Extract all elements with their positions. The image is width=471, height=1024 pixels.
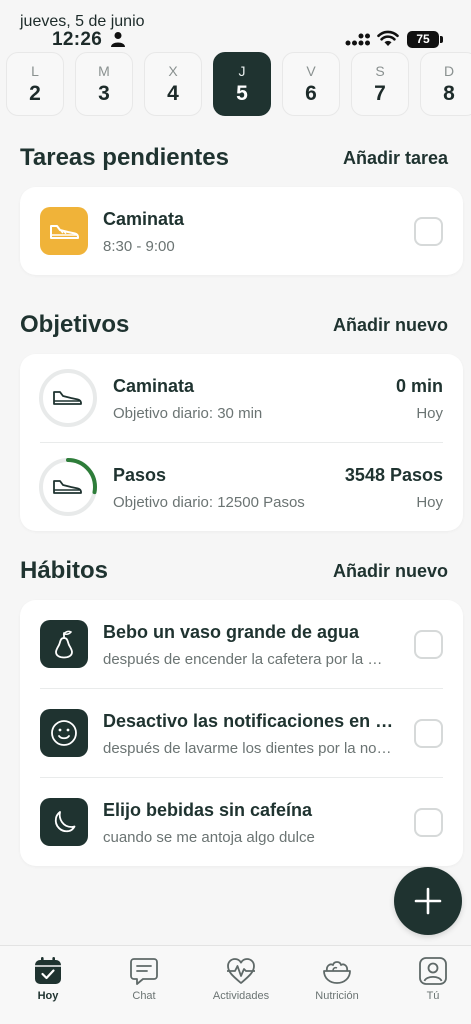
day-number: 3 bbox=[98, 82, 110, 105]
add-habit-button[interactable]: Añadir nuevo bbox=[333, 561, 448, 582]
task-time: 8:30 - 9:00 bbox=[103, 238, 175, 255]
tab-label: Nutrición bbox=[315, 990, 359, 1002]
habits-header: Hábitos Añadir nuevo bbox=[20, 557, 451, 587]
habit-row[interactable]: Bebo un vaso grande de agua después de e… bbox=[20, 600, 463, 688]
goal-row-caminata[interactable]: Caminata Objetivo diario: 30 min 0 min H… bbox=[20, 354, 463, 442]
day-letter: J bbox=[238, 63, 246, 79]
goals-card: Caminata Objetivo diario: 30 min 0 min H… bbox=[20, 354, 463, 531]
salad-bowl-icon bbox=[323, 961, 351, 984]
tab-actividades[interactable]: Actividades bbox=[194, 956, 288, 1002]
habit-title: Bebo un vaso grande de agua bbox=[103, 622, 360, 642]
habits-card: Bebo un vaso grande de agua después de e… bbox=[20, 600, 463, 866]
goal-value: 3548 Pasos bbox=[344, 465, 443, 485]
goal-date: Hoy bbox=[416, 494, 443, 511]
status-time: 12:26 bbox=[52, 29, 103, 50]
goal-subtitle: Objetivo diario: 12500 Pasos bbox=[113, 494, 305, 511]
pear-icon bbox=[40, 620, 88, 668]
add-task-button[interactable]: Añadir tarea bbox=[343, 148, 448, 169]
task-card[interactable]: Caminata 8:30 - 9:00 bbox=[20, 187, 463, 275]
calendar-check-icon bbox=[35, 957, 61, 984]
day-letter: V bbox=[306, 63, 316, 79]
task-checkbox[interactable] bbox=[414, 217, 443, 246]
tab-label: Chat bbox=[132, 990, 156, 1002]
moon-icon bbox=[40, 798, 88, 846]
tab-hoy[interactable]: Hoy bbox=[1, 956, 95, 1002]
day-saturday[interactable]: S 7 bbox=[351, 52, 409, 116]
bottom-tab-bar: Hoy Chat Actividades Nutrición Tú bbox=[0, 945, 471, 1024]
goal-value: 0 min bbox=[395, 376, 443, 396]
person-icon bbox=[111, 32, 125, 47]
tasks-header: Tareas pendientes Añadir tarea bbox=[20, 144, 451, 174]
habit-checkbox[interactable] bbox=[414, 808, 443, 837]
habits-title: Hábitos bbox=[20, 557, 109, 584]
goal-title: Caminata bbox=[113, 376, 195, 396]
tasks-title: Tareas pendientes bbox=[20, 144, 229, 171]
goal-progress-ring bbox=[39, 369, 97, 427]
status-bar: jueves, 5 de junio 12:26 75 bbox=[0, 0, 471, 50]
habit-subtitle: cuando se me antoja algo dulce bbox=[103, 829, 315, 846]
day-number: 7 bbox=[374, 82, 386, 105]
day-number: 4 bbox=[167, 82, 179, 105]
habit-title: Elijo bebidas sin cafeína bbox=[103, 800, 313, 820]
day-friday[interactable]: V 6 bbox=[282, 52, 340, 116]
day-wednesday[interactable]: X 4 bbox=[144, 52, 202, 116]
day-sunday[interactable]: D 8 bbox=[420, 52, 471, 116]
habit-subtitle: después de lavarme los dientes por la no… bbox=[103, 740, 393, 757]
day-tuesday[interactable]: M 3 bbox=[75, 52, 133, 116]
tab-nutricion[interactable]: Nutrición bbox=[290, 956, 384, 1002]
day-number: 5 bbox=[236, 82, 248, 105]
day-number: 6 bbox=[305, 82, 317, 105]
profile-icon bbox=[419, 957, 447, 985]
sneaker-icon bbox=[40, 207, 88, 255]
day-letter: X bbox=[168, 63, 178, 79]
day-letter: S bbox=[375, 63, 385, 79]
add-goal-button[interactable]: Añadir nuevo bbox=[333, 315, 448, 336]
habit-title: Desactivo las notificaciones en el móvil bbox=[103, 711, 399, 731]
add-fab-button[interactable] bbox=[394, 867, 462, 935]
day-monday[interactable]: L 2 bbox=[6, 52, 64, 116]
task-title: Caminata bbox=[103, 209, 185, 229]
tab-label: Tú bbox=[426, 990, 440, 1002]
goal-title: Pasos bbox=[113, 465, 167, 485]
battery-tip bbox=[440, 36, 443, 43]
day-number: 8 bbox=[443, 82, 455, 105]
chat-icon bbox=[130, 958, 158, 985]
goals-header: Objetivos Añadir nuevo bbox=[20, 311, 451, 341]
habit-checkbox[interactable] bbox=[414, 630, 443, 659]
day-letter: M bbox=[98, 63, 110, 79]
goals-title: Objetivos bbox=[20, 311, 130, 338]
plus-icon bbox=[414, 887, 442, 915]
tab-label: Hoy bbox=[37, 990, 59, 1002]
week-day-selector: L 2 M 3 X 4 J 5 V 6 S 7 D 8 bbox=[0, 52, 471, 118]
goal-subtitle: Objetivo diario: 30 min bbox=[113, 405, 263, 422]
day-letter: L bbox=[31, 63, 39, 79]
habit-row[interactable]: Desactivo las notificaciones en el móvil… bbox=[20, 689, 463, 777]
goal-progress-ring bbox=[39, 458, 97, 516]
goal-date: Hoy bbox=[416, 405, 443, 422]
tab-tu[interactable]: Tú bbox=[386, 956, 471, 1002]
habit-checkbox[interactable] bbox=[414, 719, 443, 748]
wifi-icon bbox=[377, 30, 399, 46]
goal-row-pasos[interactable]: Pasos Objetivo diario: 12500 Pasos 3548 … bbox=[20, 443, 463, 531]
day-number: 2 bbox=[29, 82, 41, 105]
tab-chat[interactable]: Chat bbox=[97, 956, 191, 1002]
battery-indicator: 75 bbox=[407, 31, 439, 48]
habit-subtitle: después de encender la cafetera por la m… bbox=[103, 651, 393, 668]
day-letter: D bbox=[443, 63, 455, 79]
tab-label: Actividades bbox=[212, 990, 270, 1002]
habit-row[interactable]: Elijo bebidas sin cafeína cuando se me a… bbox=[20, 778, 463, 866]
heart-pulse-icon bbox=[227, 958, 255, 984]
smiley-icon bbox=[40, 709, 88, 757]
day-thursday-selected[interactable]: J 5 bbox=[213, 52, 271, 116]
signal-icon bbox=[345, 33, 370, 46]
